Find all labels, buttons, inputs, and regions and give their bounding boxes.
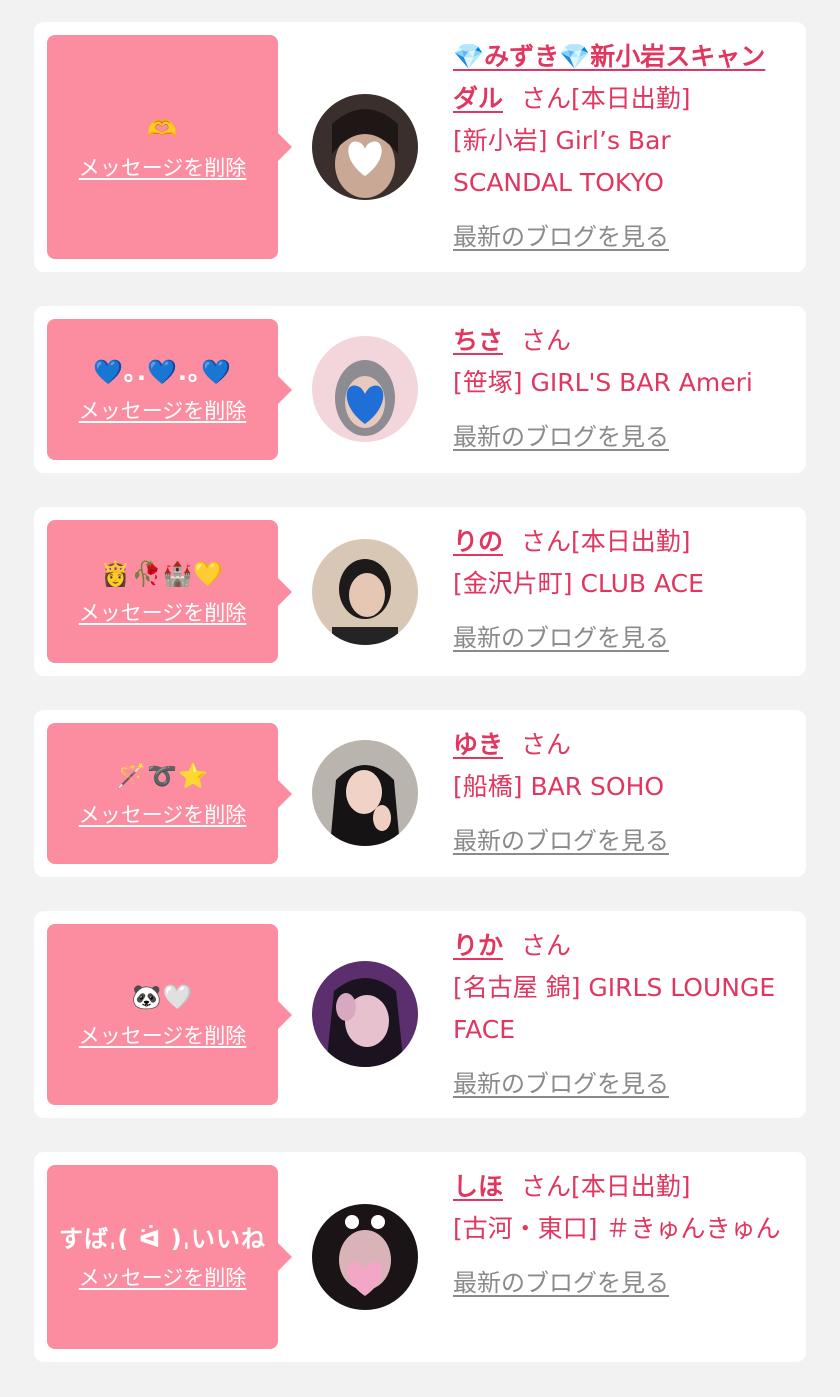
latest-blog-link[interactable]: 最新のブログを見る (453, 617, 669, 659)
avatar[interactable] (312, 740, 418, 846)
delete-message-link[interactable]: メッセージを削除 (79, 152, 247, 182)
cast-card: 🫶 メッセージを削除 💎みずき💎新小岩スキャンダル さん[本日出勤] [新小岩] … (34, 22, 806, 272)
cast-name-link[interactable]: りの (453, 527, 503, 556)
honorific: さん (521, 326, 572, 355)
delete-message-link[interactable]: メッセージを削除 (79, 597, 247, 627)
avatar[interactable] (312, 94, 418, 200)
avatar[interactable] (312, 1204, 418, 1310)
cast-name-link[interactable]: しほ (453, 1172, 503, 1201)
message-text: 👸🥀🏰💛 (100, 559, 225, 588)
avatar[interactable] (312, 336, 418, 442)
cast-name-link[interactable]: ちさ (453, 326, 503, 355)
cast-info: ゆき さん [船橋] BAR SOHO 最新のブログを見る (453, 724, 784, 862)
message-box: 💙｡.💙.｡💙 メッセージを削除 (47, 319, 292, 460)
shop-name: [古河・東口] ＃きゅんきゅん (453, 1214, 781, 1243)
message-text: 💙｡.💙.｡💙 (93, 357, 232, 386)
message-box: 🫶 メッセージを削除 (47, 35, 292, 259)
message-box: 👸🥀🏰💛 メッセージを削除 (47, 520, 292, 663)
honorific: さん (521, 1172, 572, 1201)
avatar-photo (312, 961, 418, 1067)
message-text: 🫶 (147, 115, 178, 143)
cast-info: 💎みずき💎新小岩スキャンダル さん[本日出勤] [新小岩] Girl’s Bar … (453, 36, 784, 258)
favorite-cast-list: 🫶 メッセージを削除 💎みずき💎新小岩スキャンダル さん[本日出勤] [新小岩] … (0, 0, 840, 1397)
latest-blog-link[interactable]: 最新のブログを見る (453, 1262, 669, 1304)
cast-info: しほ さん[本日出勤] [古河・東口] ＃きゅんきゅん 最新のブログを見る (453, 1166, 784, 1304)
cast-name-link[interactable]: りか (453, 931, 503, 960)
message-text: すばˌ( ᐛ )ˌいいね (58, 1225, 267, 1253)
attendance-status: [本日出勤] (571, 84, 691, 113)
cast-card: すばˌ( ᐛ )ˌいいね メッセージを削除 しほ さん[本日出勤] [古河・東口]… (34, 1152, 806, 1362)
cast-card: 💙｡.💙.｡💙 メッセージを削除 ちさ さん [笹塚] GIRL'S BAR Am… (34, 306, 806, 473)
delete-message-link[interactable]: メッセージを削除 (79, 799, 247, 829)
delete-message-link[interactable]: メッセージを削除 (79, 1020, 247, 1050)
message-box: 🐼🤍 メッセージを削除 (47, 924, 292, 1105)
latest-blog-link[interactable]: 最新のブログを見る (453, 416, 669, 458)
honorific: さん (521, 931, 572, 960)
attendance-status: [本日出勤] (571, 527, 691, 556)
message-box: すばˌ( ᐛ )ˌいいね メッセージを削除 (47, 1165, 292, 1349)
avatar-photo (312, 1204, 418, 1310)
message-text: 🪄➰⭐️ (116, 761, 209, 790)
message-box: 🪄➰⭐️ メッセージを削除 (47, 723, 292, 864)
attendance-status: [本日出勤] (571, 1172, 691, 1201)
honorific: さん (521, 84, 572, 113)
cast-card: 🪄➰⭐️ メッセージを削除 ゆき さん [船橋] BAR SOHO 最新のブログを… (34, 710, 806, 877)
avatar-photo (312, 336, 418, 442)
avatar-photo (312, 539, 418, 645)
honorific: さん (521, 730, 572, 759)
avatar[interactable] (312, 961, 418, 1067)
shop-name: [金沢片町] CLUB ACE (453, 569, 704, 598)
shop-name: [新小岩] Girl’s Bar SCANDAL TOKYO (453, 126, 671, 197)
shop-name: [名古屋 錦] GIRLS LOUNGE FACE (453, 973, 776, 1044)
cast-card: 👸🥀🏰💛 メッセージを削除 りの さん[本日出勤] [金沢片町] CLUB ACE… (34, 507, 806, 676)
cast-name-link[interactable]: ゆき (453, 730, 503, 759)
message-text: 🐼🤍 (131, 982, 194, 1011)
cast-info: ちさ さん [笹塚] GIRL'S BAR Ameri 最新のブログを見る (453, 320, 784, 458)
latest-blog-link[interactable]: 最新のブログを見る (453, 1063, 669, 1105)
avatar-photo (312, 740, 418, 846)
shop-name: [船橋] BAR SOHO (453, 772, 665, 801)
latest-blog-link[interactable]: 最新のブログを見る (453, 820, 669, 862)
latest-blog-link[interactable]: 最新のブログを見る (453, 216, 669, 258)
cast-card: 🐼🤍 メッセージを削除 りか さん [名古屋 錦] GIRLS LOUNGE FA… (34, 911, 806, 1118)
avatar[interactable] (312, 539, 418, 645)
cast-info: りの さん[本日出勤] [金沢片町] CLUB ACE 最新のブログを見る (453, 521, 784, 659)
delete-message-link[interactable]: メッセージを削除 (79, 1262, 247, 1292)
delete-message-link[interactable]: メッセージを削除 (79, 395, 247, 425)
cast-info: りか さん [名古屋 錦] GIRLS LOUNGE FACE 最新のブログを見る (453, 925, 784, 1105)
honorific: さん (521, 527, 572, 556)
avatar-photo (312, 94, 418, 200)
shop-name: [笹塚] GIRL'S BAR Ameri (453, 368, 753, 397)
